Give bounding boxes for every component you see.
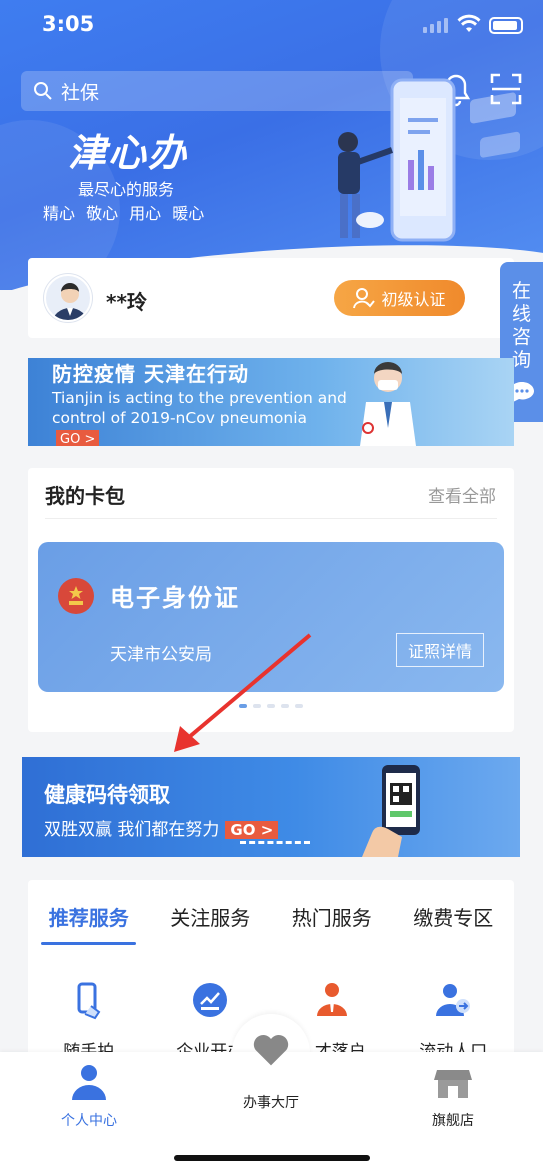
hero-subslogan: 精心 敬心 用心 暖心: [43, 204, 205, 223]
user-icon: [72, 1065, 106, 1100]
store-icon: [434, 1070, 472, 1098]
epidemic-banner[interactable]: 防控疫情 天津在行动 Tianjin is acting to the prev…: [28, 358, 514, 446]
hero-slogan: 最尽心的服务: [78, 180, 175, 199]
user-cert-icon: [353, 288, 376, 309]
home-indicator: [174, 1155, 370, 1161]
signal-icon: [423, 18, 448, 33]
heart-icon: [253, 1035, 289, 1066]
certificate-detail-button[interactable]: 证照详情: [396, 633, 484, 667]
hero-illustration: [338, 78, 520, 242]
nav-flagship-store[interactable]: 旗舰店: [408, 1062, 498, 1130]
tab-popular[interactable]: 热门服务: [292, 902, 372, 931]
card-pack-title: 我的卡包: [45, 484, 125, 508]
doctor-illustration: [360, 362, 416, 446]
tab-active-indicator: [41, 942, 136, 945]
health-code-banner[interactable]: 健康码待领取 双胜双赢 我们都在努力 GO >: [22, 757, 520, 857]
national-emblem-icon: [58, 578, 94, 614]
tab-recommended[interactable]: 推荐服务: [49, 902, 129, 931]
nav-label: 办事大厅: [243, 1095, 299, 1111]
divider: [45, 518, 497, 519]
service-item[interactable]: 随手拍: [39, 980, 139, 1062]
epidemic-banner-title: 防控疫情 天津在行动: [52, 362, 249, 386]
services-tabs: 推荐服务 关注服务 热门服务 缴费专区: [28, 902, 514, 931]
status-time: 3:05: [42, 12, 95, 36]
tab-followed[interactable]: 关注服务: [170, 902, 250, 931]
search-value: 社保: [61, 81, 100, 104]
app-logo: 津心办: [68, 130, 189, 175]
service-item[interactable]: 流动人口: [403, 980, 503, 1062]
status-bar: 3:05: [0, 0, 543, 54]
certification-button[interactable]: 初级认证: [334, 280, 465, 316]
nav-label: 个人中心: [61, 1113, 117, 1129]
wifi-icon: [457, 14, 481, 38]
tab-payment[interactable]: 缴费专区: [413, 902, 493, 931]
user-name: **玲: [106, 290, 147, 314]
nav-personal-center[interactable]: 个人中心: [44, 1062, 134, 1130]
phone-hand-icon: [77, 982, 101, 1020]
person-move-icon: [436, 984, 471, 1016]
person-tie-icon: [316, 983, 347, 1016]
epidemic-go-button[interactable]: GO >: [56, 430, 100, 446]
certification-label: 初级认证: [381, 290, 446, 309]
health-banner-subtitle: 双胜双赢 我们都在努力 GO >: [44, 815, 279, 840]
health-go-button[interactable]: GO >: [225, 821, 279, 839]
nav-label: 旗舰店: [432, 1113, 474, 1129]
sign-badge-icon: [193, 983, 228, 1017]
search-icon: [34, 82, 52, 100]
dashed-decoration: [240, 841, 310, 844]
user-card[interactable]: **玲 初级认证: [28, 258, 514, 338]
nav-service-hall[interactable]: 办事大厅: [226, 1028, 316, 1112]
qr-phone-illustration: [362, 765, 420, 857]
avatar[interactable]: [44, 274, 92, 322]
battery-icon: [489, 17, 523, 34]
bottom-nav: 个人中心 办事大厅 旗舰店: [0, 1035, 543, 1168]
health-banner-title: 健康码待领取: [44, 783, 170, 807]
view-all-link[interactable]: 查看全部: [428, 482, 496, 507]
red-arrow-annotation: [174, 633, 312, 752]
epidemic-banner-english: Tianjin is acting to the prevention and …: [52, 388, 352, 446]
id-card-title: 电子身份证: [110, 584, 240, 612]
